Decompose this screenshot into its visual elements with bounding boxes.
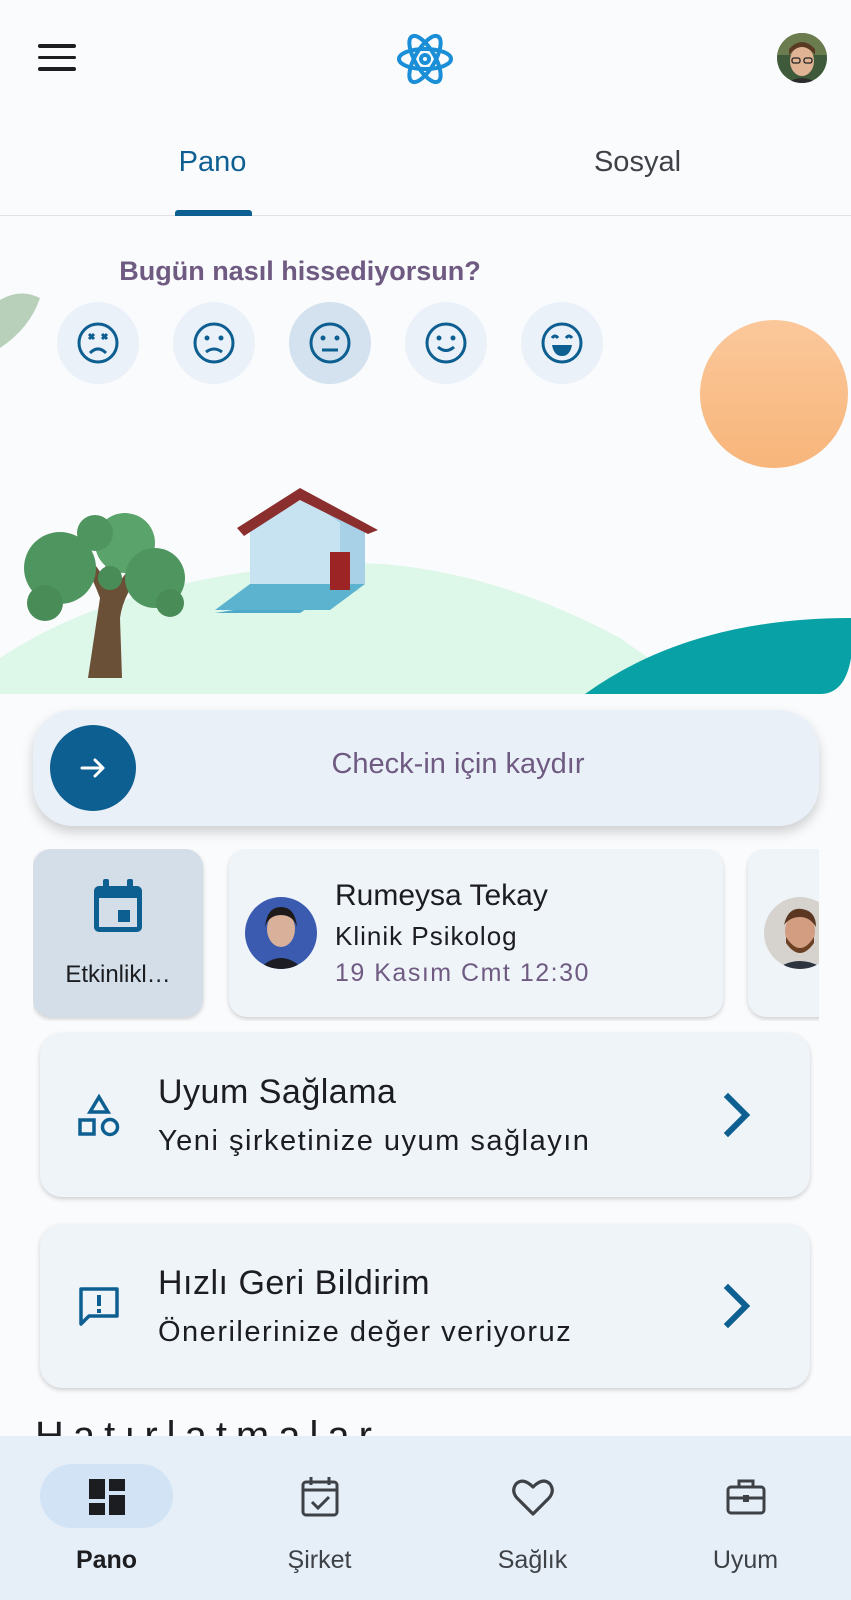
mood-hero: Bugün nasıl hissediyorsun? (0, 218, 851, 694)
tab-bar: Pano Sosyal (0, 118, 851, 216)
appointment-card[interactable] (748, 849, 819, 1017)
very-sad-face-icon[interactable] (57, 302, 139, 384)
shapes-icon (78, 1093, 120, 1137)
chevron-right-icon (723, 1283, 751, 1329)
arrow-right-icon (80, 758, 105, 778)
active-tab-indicator (175, 210, 252, 216)
nav-label: Sağlık (497, 1546, 568, 1574)
heart-icon (512, 1479, 554, 1516)
nav-label: Şirket (287, 1546, 352, 1574)
slider-handle[interactable] (50, 725, 136, 811)
card-title: Hızlı Geri Bildirim (158, 1264, 431, 1302)
appointment-card[interactable]: Rumeysa Tekay Klinik Psikolog 19 Kasım C… (229, 849, 723, 1017)
therapist-avatar (245, 897, 317, 969)
calendar-check-icon (301, 1477, 339, 1517)
card-subtitle: Önerilerinize değer veriyoruz (158, 1316, 573, 1348)
nav-uyum[interactable]: Uyum (639, 1436, 851, 1600)
therapist-avatar (764, 897, 819, 969)
chevron-right-icon (723, 1092, 751, 1138)
nav-label: Uyum (712, 1546, 779, 1574)
dashboard-icon (89, 1479, 125, 1515)
happy-face-icon[interactable] (405, 302, 487, 384)
nav-sirket[interactable]: Şirket (213, 1436, 426, 1600)
card-title: Uyum Sağlama (158, 1073, 397, 1111)
tab-sosyal[interactable]: Sosyal (545, 146, 730, 179)
neutral-face-icon[interactable] (289, 302, 371, 384)
events-carousel: Etkinlikl… Rumeysa Tekay Klinik Psikolog… (33, 849, 819, 1021)
atom-logo-icon (397, 33, 453, 85)
top-app-bar (0, 0, 851, 118)
user-avatar[interactable] (777, 33, 827, 83)
events-card[interactable]: Etkinlikl… (33, 849, 203, 1017)
card-subtitle: Yeni şirketinize uyum sağlayın (158, 1125, 591, 1157)
tab-pano[interactable]: Pano (120, 146, 305, 179)
mood-question: Bugün nasıl hissediyorsun? (119, 256, 481, 286)
nav-saglik[interactable]: Sağlık (426, 1436, 639, 1600)
very-happy-face-icon[interactable] (521, 302, 603, 384)
hamburger-menu-icon[interactable] (38, 44, 78, 72)
quick-feedback-card[interactable]: Hızlı Geri Bildirim Önerilerinize değer … (40, 1224, 810, 1388)
feedback-icon (79, 1287, 119, 1326)
nav-label: Pano (75, 1546, 138, 1574)
events-label: Etkinlikl… (65, 961, 171, 988)
nav-pano[interactable]: Pano (0, 1436, 213, 1600)
calendar-icon (94, 879, 142, 932)
onboarding-card[interactable]: Uyum Sağlama Yeni şirketinize uyum sağla… (40, 1033, 810, 1197)
landscape-illustration (0, 293, 851, 694)
therapist-name: Rumeysa Tekay (335, 879, 548, 912)
briefcase-icon (726, 1479, 766, 1515)
sad-face-icon[interactable] (173, 302, 255, 384)
bottom-navigation: Pano Şirket Sağlık Uyum (0, 1436, 851, 1600)
checkin-label: Check-in için kaydır (331, 748, 585, 780)
appointment-time: 19 Kasım Cmt 12:30 (335, 959, 590, 987)
checkin-slider[interactable]: Check-in için kaydır (33, 710, 819, 826)
therapist-role: Klinik Psikolog (335, 921, 518, 951)
